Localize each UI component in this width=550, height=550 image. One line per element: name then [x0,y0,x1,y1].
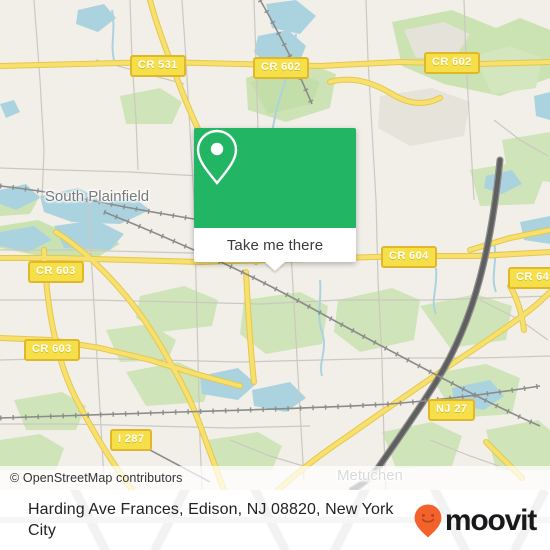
popup-card-footer[interactable]: Take me there [194,228,356,262]
address-text: Harding Ave Frances, Edison, NJ 08820, N… [28,501,394,539]
route-shield-cr-603-lower[interactable]: CR 603 [24,339,80,361]
route-shield-i-287[interactable]: I 287 [110,429,153,451]
moovit-logo[interactable]: moovit [414,504,537,538]
route-shield-cr-531[interactable]: CR 531 [130,55,186,77]
moovit-wordmark: moovit [444,504,537,537]
popup-card-header [194,128,356,228]
route-shield-cr-603-upper[interactable]: CR 603 [28,261,84,283]
map-attribution-bar: © OpenStreetMap contributors [0,466,550,490]
route-shield-cr-602-left[interactable]: CR 602 [253,57,309,79]
bottom-info-bar: Harding Ave Frances, Edison, NJ 08820, N… [0,490,550,550]
route-shield-cr-602-right[interactable]: CR 602 [424,52,480,74]
map-pin-icon [196,129,238,185]
map-canvas[interactable]: South Plainfield Metuchen CR 531 CR 602 … [0,0,550,490]
location-popup-card[interactable]: Take me there [194,128,356,271]
popup-card-pointer [265,262,285,271]
screenshot-root: South Plainfield Metuchen CR 531 CR 602 … [0,0,550,550]
route-shield-cr-649[interactable]: CR 649 [508,267,550,289]
moovit-smiley-pin-icon [414,504,442,538]
route-shield-nj-27[interactable]: NJ 27 [428,399,476,421]
route-shield-cr-604[interactable]: CR 604 [381,246,437,268]
attribution-text: © OpenStreetMap contributors [10,471,183,485]
take-me-there-button[interactable]: Take me there [227,237,323,254]
